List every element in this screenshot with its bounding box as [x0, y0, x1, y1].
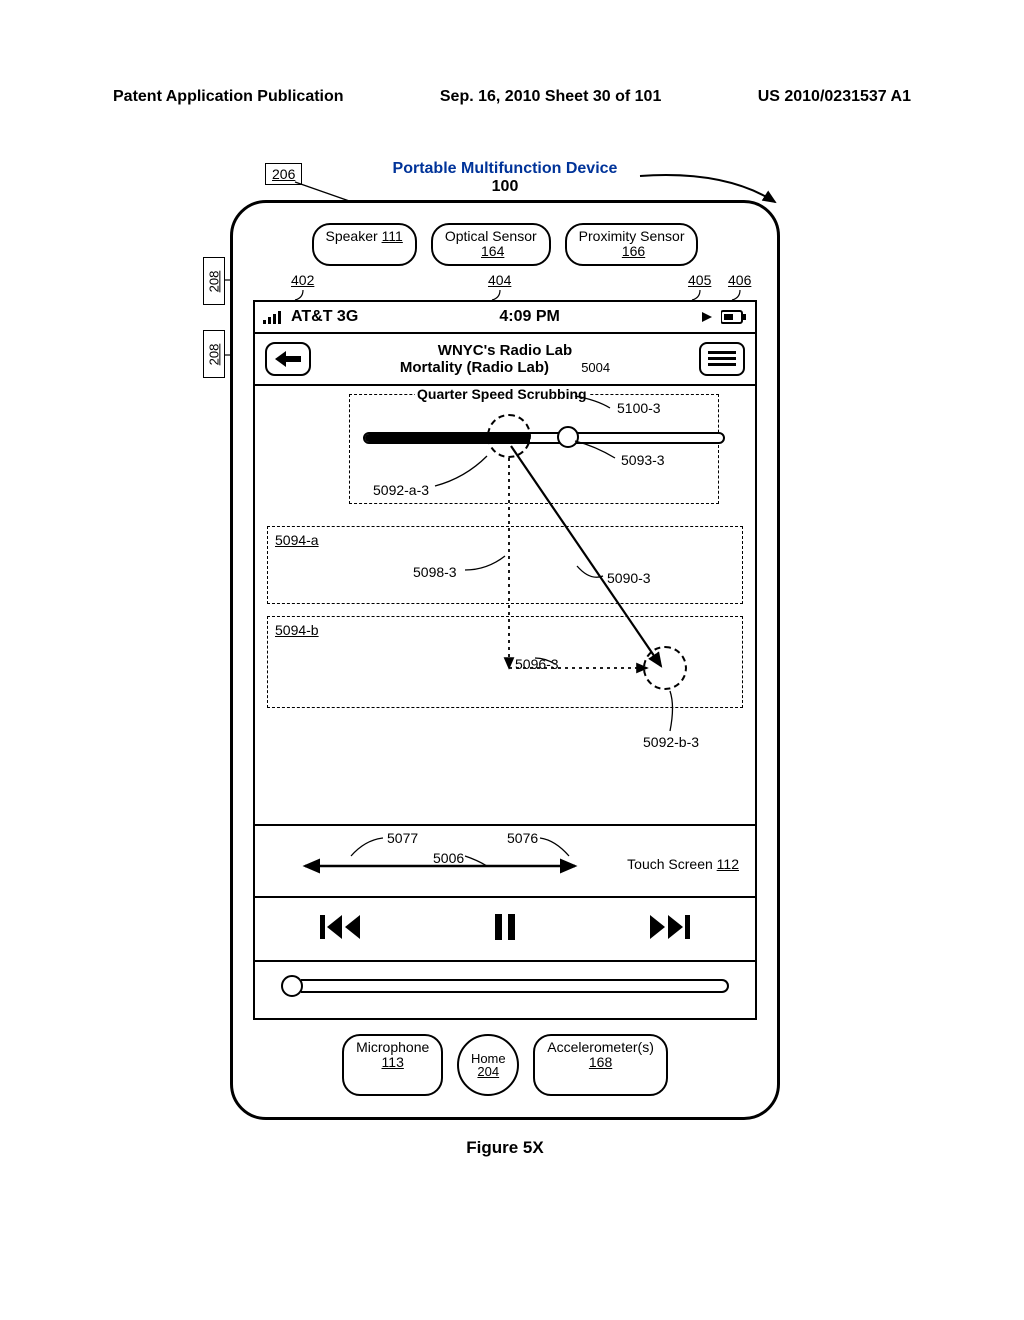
next-button[interactable]	[648, 913, 690, 944]
skip-back-icon	[320, 913, 362, 941]
hardware-row: Microphone 113 Home 204 Accelerometer(s)…	[233, 1034, 777, 1096]
ref-5077: 5077	[387, 830, 418, 846]
figure: Portable Multifunction Device 100 206 20…	[195, 160, 815, 1158]
volume-track[interactable]	[301, 979, 729, 993]
page-header: Patent Application Publication Sep. 16, …	[0, 0, 1024, 106]
ref-5076: 5076	[507, 830, 538, 846]
now-playing-titlebar: WNYC's Radio Lab Mortality (Radio Lab) 5…	[255, 334, 755, 386]
list-icon	[708, 351, 736, 354]
device-body: Speaker 111 Optical Sensor 164 Proximity…	[230, 200, 780, 1120]
optical-sensor-pod: Optical Sensor 164	[431, 223, 551, 266]
volume-thumb[interactable]	[281, 975, 303, 997]
battery-icon	[721, 310, 747, 324]
clock-label: 4:09 PM	[499, 308, 559, 326]
microphone-pod: Microphone 113	[342, 1034, 443, 1096]
header-left: Patent Application Publication	[113, 88, 344, 106]
ref-5093-3: 5093-3	[621, 452, 665, 468]
ref-406: 406	[728, 272, 751, 288]
ref-208-b: 208	[203, 330, 225, 378]
home-button[interactable]: Home 204	[457, 1034, 519, 1096]
speaker-pod: Speaker 111	[312, 223, 417, 266]
sensor-row: Speaker 111 Optical Sensor 164 Proximity…	[233, 223, 777, 266]
back-button[interactable]	[265, 342, 311, 376]
ref-5096-3: 5096-3	[515, 656, 559, 672]
below-scrub-area: 5077 5076 5006 Touch Screen 112	[255, 826, 755, 898]
touch-screen-label: Touch Screen 112	[627, 856, 739, 872]
ref-5092-b-3: 5092-b-3	[643, 734, 699, 750]
now-playing-title: WNYC's Radio Lab Mortality (Radio Lab) 5…	[323, 342, 687, 377]
skip-forward-icon	[648, 913, 690, 941]
touch-point-b	[643, 646, 687, 690]
header-center: Sep. 16, 2010 Sheet 30 of 101	[440, 88, 661, 106]
accelerometer-pod: Accelerometer(s) 168	[533, 1034, 668, 1096]
ref-5094-a: 5094-a	[275, 532, 319, 548]
status-bar: AT&T 3G 4:09 PM	[255, 302, 755, 334]
ref-206: 206	[265, 163, 302, 185]
scrubber-thumb[interactable]	[557, 426, 579, 448]
ref-5090-3: 5090-3	[607, 570, 651, 586]
ref-405: 405	[688, 272, 711, 288]
carrier-label: AT&T 3G	[291, 308, 358, 326]
label-quarter-speed: Quarter Speed Scrubbing	[415, 386, 589, 402]
touch-point-a	[487, 414, 531, 458]
callouts-top: 402 404 405 406	[233, 272, 777, 300]
proximity-sensor-pod: Proximity Sensor 166	[565, 223, 699, 266]
play-icon	[701, 311, 713, 323]
ref-5098-3: 5098-3	[413, 564, 457, 580]
transport-controls	[255, 898, 755, 962]
header-right: US 2010/0231537 A1	[758, 88, 911, 106]
volume-row	[255, 962, 755, 1010]
region-5094-a	[267, 526, 743, 604]
ref-5094-b: 5094-b	[275, 622, 319, 638]
ref-402: 402	[291, 272, 314, 288]
signal-icon	[263, 310, 285, 324]
pause-button[interactable]	[493, 913, 517, 944]
prev-button[interactable]	[320, 913, 362, 944]
figure-caption: Figure 5X	[195, 1138, 815, 1158]
ref-5006: 5006	[433, 850, 464, 866]
touch-screen[interactable]: AT&T 3G 4:09 PM WNYC's Ra	[253, 300, 757, 1020]
ref-208-a: 208	[203, 257, 225, 305]
list-button[interactable]	[699, 342, 745, 376]
scrubber-track[interactable]	[363, 432, 725, 444]
scrub-area[interactable]: Quarter Speed Scrubbing 5100-3 5093-3 50…	[255, 386, 755, 826]
arrow-left-icon	[274, 350, 302, 368]
ref-5092-a-3: 5092-a-3	[373, 482, 429, 498]
ref-5100-3: 5100-3	[617, 400, 661, 416]
pause-icon	[493, 913, 517, 941]
ref-404: 404	[488, 272, 511, 288]
